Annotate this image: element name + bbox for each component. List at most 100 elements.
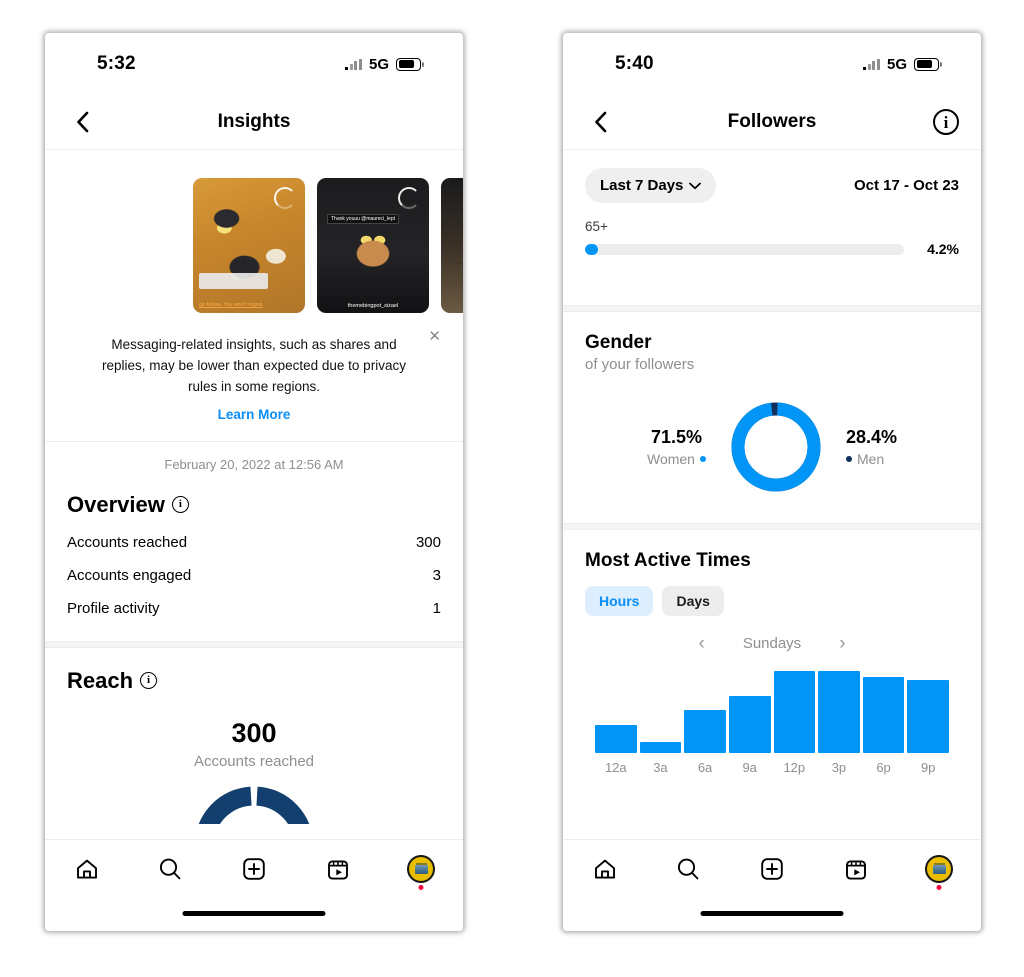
gender-title: Gender (585, 332, 652, 353)
tab-hours[interactable]: Hours (585, 586, 654, 616)
bar-9a[interactable] (728, 696, 771, 753)
day-label: Sundays (742, 635, 802, 652)
bottom-tab-bar-right (563, 839, 981, 931)
reach-section: Reach i 300 Accounts reached (45, 648, 463, 824)
notification-dot (418, 885, 424, 890)
avatar-logo (932, 864, 946, 874)
avatar-logo (414, 864, 428, 874)
home-indicator (700, 911, 844, 916)
info-button[interactable]: i (931, 107, 961, 137)
tab-reels[interactable] (296, 856, 380, 882)
x-label-9p: 9p (920, 760, 936, 775)
story-caption-1: go follow. You won't regret (199, 302, 263, 308)
home-icon (76, 859, 97, 879)
x-label-6a: 6a (697, 760, 713, 775)
date-range-selector[interactable]: Last 7 Days (585, 168, 717, 203)
story-thumbnail-carousel[interactable]: go follow. You won't regret Thank youuu … (45, 175, 463, 315)
tab-reels[interactable] (814, 856, 898, 882)
network-label: 5G (368, 55, 389, 73)
bar-9p[interactable] (907, 680, 949, 753)
date-range-label: Last 7 Days (600, 177, 684, 194)
info-icon[interactable]: i (171, 496, 189, 514)
date-range-value: Oct 17 - Oct 23 (853, 177, 959, 194)
overview-row-accounts-engaged[interactable]: Accounts engaged 3 (67, 551, 441, 584)
row-value: 3 (432, 566, 441, 584)
info-icon[interactable]: i (140, 672, 158, 690)
active-times-title: Most Active Times (585, 550, 751, 571)
back-button[interactable] (65, 105, 99, 139)
home-icon (594, 859, 615, 879)
overview-heading: Overview i (67, 472, 441, 518)
row-label: Accounts reached (67, 533, 188, 551)
x-label-12p: 12p (783, 760, 806, 775)
chevron-down-icon (689, 182, 702, 189)
tab-search[interactable] (129, 856, 213, 882)
bar-3a[interactable] (639, 741, 682, 753)
gender-legend-men: 28.4% Men (845, 427, 898, 467)
chevron-left-icon (76, 111, 88, 133)
bar-3p[interactable] (818, 671, 860, 753)
story-thumbnail-2[interactable]: Thank youuu @maureci_lept themebingpot_s… (317, 177, 429, 313)
gender-section: Gender of your followers 71.5% Women 28.… (563, 312, 981, 495)
bar-6p[interactable] (862, 676, 905, 753)
progress-ring-icon (274, 186, 296, 209)
overview-title-text: Overview (67, 491, 165, 517)
overview-row-accounts-reached[interactable]: Accounts reached 300 (67, 518, 441, 551)
active-times-tabs: Hours Days (585, 586, 959, 616)
status-indicators: 5G (345, 55, 424, 73)
tab-days[interactable]: Days (662, 586, 724, 616)
reach-gauge-chart (67, 784, 441, 824)
search-icon (160, 858, 181, 880)
screenshot-stage: 5:32 5G Insights go follow. You won't re (0, 0, 1024, 977)
tab-profile[interactable] (897, 855, 981, 890)
post-timestamp: February 20, 2022 at 12:56 AM (164, 456, 344, 472)
bar-6a[interactable] (684, 710, 726, 753)
profile-avatar (407, 855, 436, 890)
bar-12a[interactable] (595, 725, 637, 753)
row-value: 300 (415, 533, 441, 551)
women-legend-dot (699, 456, 706, 462)
reach-big-number: 300 (231, 717, 277, 748)
tab-create[interactable] (212, 856, 296, 882)
followers-scroll-area[interactable]: Last 7 Days Oct 17 - Oct 23 65+ 4.2% Gen… (563, 150, 981, 876)
insights-scroll-area[interactable]: go follow. You won't regret Thank youuu … (45, 150, 463, 876)
privacy-notice-text: Messaging-related insights, such as shar… (102, 337, 406, 394)
tab-home[interactable] (563, 856, 647, 882)
next-day-button[interactable]: › (839, 634, 845, 653)
info-icon: i (933, 109, 959, 135)
status-bar-left: 5:32 5G (45, 33, 463, 95)
plus-square-icon (761, 858, 783, 880)
close-icon[interactable]: ✕ (428, 329, 441, 344)
overview-section: Overview i Accounts reached 300 Accounts… (45, 472, 463, 617)
men-legend-dot (845, 456, 852, 462)
phone-right-followers: 5:40 5G Followers i Last 7 Days Oct 17 -… (563, 33, 981, 931)
age-range-row-65plus: 65+ 4.2% (563, 203, 981, 257)
bar-12p[interactable] (773, 671, 816, 753)
story-caption-2: themebingpot_sizael (347, 302, 399, 309)
notification-dot (936, 885, 942, 890)
tab-profile[interactable] (379, 855, 463, 890)
men-percent: 28.4% (845, 427, 898, 447)
learn-more-link[interactable]: Learn More (97, 407, 411, 422)
search-icon (678, 858, 699, 880)
age-range-label: 65+ (585, 219, 608, 234)
tab-search[interactable] (647, 856, 731, 882)
home-indicator (182, 911, 326, 916)
profile-avatar (925, 855, 954, 890)
women-label: Women (646, 451, 695, 467)
bottom-tab-bar-left (45, 839, 463, 931)
story-thumbnail-1[interactable]: go follow. You won't regret (193, 177, 305, 313)
x-label-6p: 6p (876, 760, 891, 775)
reels-icon (845, 860, 866, 880)
back-button[interactable] (583, 105, 617, 139)
gender-legend-women: 71.5% Women (647, 427, 706, 467)
tab-create[interactable] (730, 856, 814, 882)
prev-day-button[interactable]: ‹ (698, 634, 704, 653)
x-axis-labels: 12a 3a 6a 9a 12p 3p 6p 9p (595, 760, 949, 775)
section-divider (45, 640, 463, 648)
tab-home[interactable] (45, 856, 129, 882)
active-times-bar-chart: 12a 3a 6a 9a 12p 3p 6p 9p (585, 671, 959, 775)
overview-row-profile-activity[interactable]: Profile activity 1 (67, 584, 441, 617)
reach-heading: Reach i (67, 648, 441, 694)
story-thumbnail-3[interactable]: Our broth is the noodles are reheated at… (441, 177, 463, 313)
